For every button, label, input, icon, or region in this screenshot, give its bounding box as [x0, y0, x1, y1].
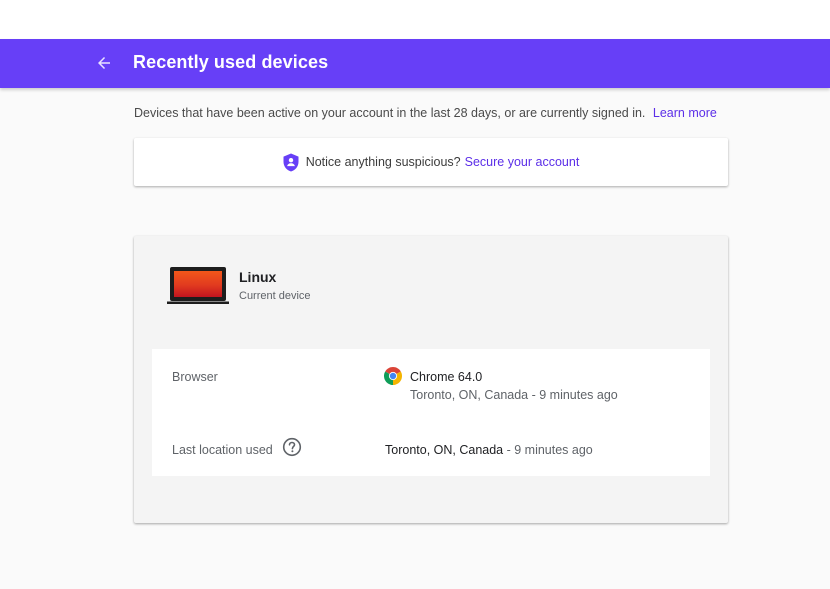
browser-time: 9 minutes ago — [539, 388, 618, 402]
last-location-value: Toronto, ON, Canada - 9 minutes ago — [385, 443, 593, 457]
intro-text-block: Devices that have been active on your ac… — [134, 106, 717, 120]
location-time: 9 minutes ago — [514, 443, 593, 457]
browser-label: Browser — [172, 370, 218, 384]
page-title: Recently used devices — [133, 52, 329, 72]
secure-account-link[interactable]: Secure your account — [465, 155, 580, 169]
suspicious-notice-card: Notice anything suspicious? Secure your … — [134, 138, 728, 186]
shield-icon — [283, 153, 299, 172]
notice-text: Notice anything suspicious? — [305, 155, 461, 169]
location-value: Toronto, ON, Canada — [385, 443, 504, 457]
separator: - — [528, 388, 540, 402]
device-card[interactable]: Linux Current device Browser Chrome 64.0… — [134, 236, 728, 523]
arrow-back-icon — [98, 57, 110, 69]
intro-text: Devices that have been active on your ac… — [134, 106, 646, 120]
back-button[interactable] — [90, 49, 118, 77]
separator: - — [503, 443, 515, 457]
device-status: Current device — [239, 290, 311, 302]
last-location-label: Last location used — [172, 443, 273, 457]
device-name: Linux — [239, 269, 277, 285]
laptop-icon — [167, 267, 229, 304]
browser-location: Toronto, ON, Canada — [410, 388, 529, 402]
device-details: Browser Chrome 64.0 Toronto, ON, Canada … — [152, 349, 710, 476]
learn-more-link[interactable]: Learn more — [653, 106, 717, 120]
browser-activity: Toronto, ON, Canada - 9 minutes ago — [410, 388, 618, 402]
app-bar: Recently used devices — [0, 39, 830, 88]
page-top — [0, 0, 830, 39]
browser-name: Chrome 64.0 — [410, 370, 483, 384]
help-icon[interactable] — [282, 437, 302, 457]
chrome-icon — [384, 367, 402, 385]
